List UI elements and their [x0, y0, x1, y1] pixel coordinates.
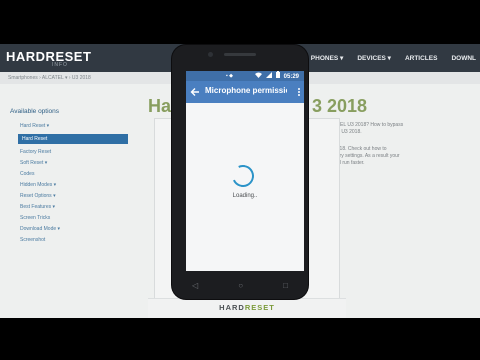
- site-logo: HARDRESET: [6, 49, 92, 64]
- sidebar-item[interactable]: Soft Reset ▾: [20, 160, 140, 166]
- site-nav: PHONES ▾ DEVICES ▾ ARTICLES DOWNL: [311, 44, 480, 72]
- notification-icon: ▪: [226, 73, 228, 79]
- stand-brand-prefix: HARD: [219, 303, 245, 312]
- phone-nav-bar: ◁ ○ □: [172, 276, 308, 294]
- nav-devices[interactable]: DEVICES ▾: [357, 54, 391, 62]
- app-bar: Microphone permissio...: [186, 81, 304, 103]
- sidebar-title: Available options: [10, 108, 60, 115]
- stand-brand-logo: HARDRESET: [148, 303, 346, 312]
- loading-spinner: [228, 161, 258, 191]
- wifi-icon: [254, 72, 262, 82]
- sidebar: Available options Hard Reset ▾ Hard Rese…: [10, 108, 140, 248]
- sidebar-item-active[interactable]: Hard Reset: [18, 134, 128, 144]
- sidebar-item[interactable]: Hidden Modes ▾: [20, 182, 140, 188]
- home-nav-icon[interactable]: ○: [238, 281, 243, 290]
- app-icon: ◆: [229, 73, 234, 79]
- paragraph-line: ATEL U3 2018? How to bypass: [334, 122, 404, 128]
- signal-icon: [265, 71, 272, 82]
- phone-stand-base: HARDRESET: [148, 298, 346, 319]
- more-vert-icon[interactable]: [296, 86, 302, 98]
- sidebar-item[interactable]: Hard Reset ▾: [20, 123, 140, 129]
- nav-phones[interactable]: PHONES ▾: [311, 54, 344, 62]
- status-bar: ▪ ◆ 05:29: [186, 71, 304, 81]
- page-heading-right: 3 2018: [312, 96, 368, 116]
- stand-brand-suffix: RESET: [244, 303, 275, 312]
- earpiece-speaker: [224, 53, 256, 56]
- front-camera: [208, 52, 213, 57]
- paragraph-line: ttery settings. As a result your: [334, 153, 400, 159]
- site-logo-subtext: INFO: [52, 62, 68, 68]
- recents-nav-icon[interactable]: □: [283, 281, 288, 290]
- paragraph-line: will run faster.: [334, 160, 365, 166]
- phone-screen: ▪ ◆ 05:29 Microphone permissio... Loadin…: [186, 71, 304, 271]
- app-bar-title: Microphone permissio...: [205, 86, 287, 95]
- nav-articles[interactable]: ARTICLES: [405, 55, 438, 62]
- paragraph-line: EL U3 2018.: [334, 129, 362, 135]
- sidebar-item[interactable]: Reset Options ▾: [20, 193, 140, 199]
- back-nav-icon[interactable]: ◁: [192, 281, 198, 290]
- sidebar-item[interactable]: Factory Reset: [20, 149, 140, 155]
- status-left-icons: ▪ ◆: [226, 71, 233, 81]
- sidebar-item[interactable]: Codes: [20, 171, 140, 177]
- sidebar-item[interactable]: Download Mode ▾: [20, 226, 140, 232]
- letterbox-bottom: [0, 318, 480, 360]
- nav-downloads[interactable]: DOWNL: [451, 55, 476, 62]
- sidebar-item[interactable]: Best Features ▾: [20, 204, 140, 210]
- letterbox-top: [0, 0, 480, 44]
- paragraph-line: 2018. Check out how to: [334, 146, 387, 152]
- arrow-back-icon[interactable]: [190, 86, 200, 98]
- sidebar-item[interactable]: Screen Tricks: [20, 215, 140, 221]
- sidebar-item[interactable]: Screenshot: [20, 237, 140, 243]
- page-heading-left: Ha: [148, 96, 172, 116]
- loading-text: Loading..: [232, 193, 258, 199]
- status-time: 05:29: [283, 73, 299, 80]
